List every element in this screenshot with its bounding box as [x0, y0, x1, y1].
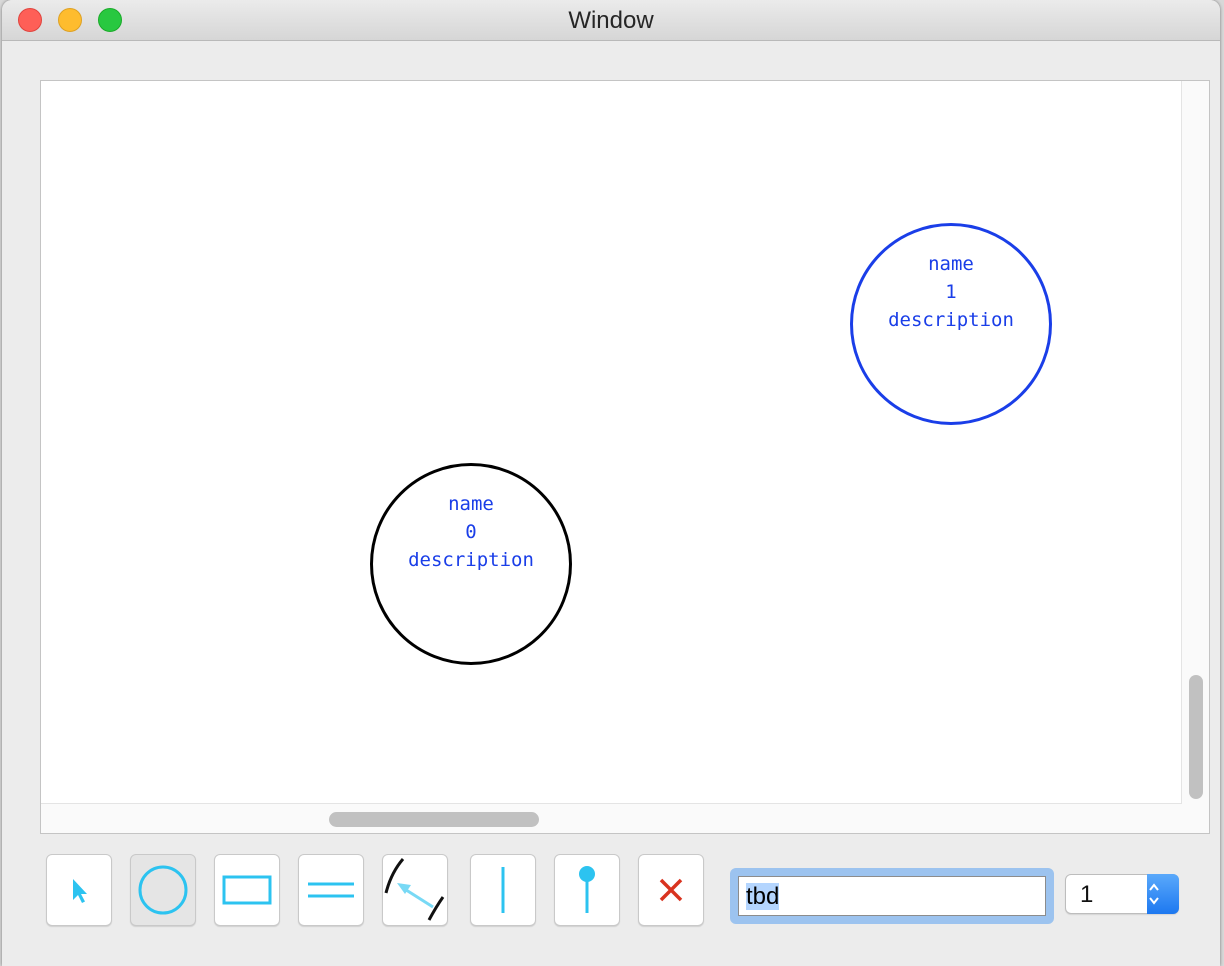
name-field-focus-ring: tbd [730, 868, 1054, 924]
delete-x-icon [659, 878, 683, 902]
pin-icon [579, 866, 595, 913]
title-bar[interactable]: Window [2, 0, 1220, 41]
tool-palette: tbd 1 [2, 854, 1220, 934]
vertical-line-icon [501, 867, 505, 913]
horizontal-scrollbar-thumb[interactable] [329, 812, 539, 827]
window-title: Window [568, 7, 654, 34]
parallel-lines-icon [308, 882, 354, 898]
selected-text: tbd [746, 883, 780, 910]
vertical-scrollbar-thumb[interactable] [1189, 675, 1203, 799]
node-description-label: description [408, 549, 534, 571]
node-description-label: description [888, 309, 1014, 331]
parallel-lines-tool-button[interactable] [298, 854, 364, 926]
node-name-label: name [448, 493, 494, 515]
node-name-label: name [928, 253, 974, 275]
rectangle-tool-button[interactable] [214, 854, 280, 926]
delete-tool-button[interactable] [638, 854, 704, 926]
arc-connector-icon [384, 858, 445, 921]
circle-tool-button[interactable] [130, 854, 196, 926]
vertical-line-tool-button[interactable] [470, 854, 536, 926]
arc-connector-tool-button[interactable] [382, 854, 448, 926]
up-down-chevron-icon[interactable] [1147, 874, 1179, 914]
canvas-scroll-view[interactable]: name 1 description name 0 description [40, 80, 1210, 834]
circle-icon [138, 865, 188, 915]
pin-tool-button[interactable] [554, 854, 620, 926]
main-window: Window name 1 description name 0 descrip… [2, 0, 1220, 966]
drawing-canvas[interactable]: name 1 description name 0 description [41, 81, 1182, 804]
number-popup-button[interactable]: 1 [1065, 874, 1179, 914]
stepper-value: 1 [1080, 881, 1094, 908]
rectangle-icon [222, 875, 272, 905]
node-number-label: 1 [945, 281, 957, 303]
select-tool-button[interactable] [46, 854, 112, 926]
arrow-pointer-icon [73, 879, 87, 903]
name-text-field[interactable]: tbd [738, 876, 1046, 916]
circle-node-1[interactable]: name 1 description [850, 223, 1052, 425]
node-number-label: 0 [465, 521, 477, 543]
circle-node-0[interactable]: name 0 description [370, 463, 572, 665]
